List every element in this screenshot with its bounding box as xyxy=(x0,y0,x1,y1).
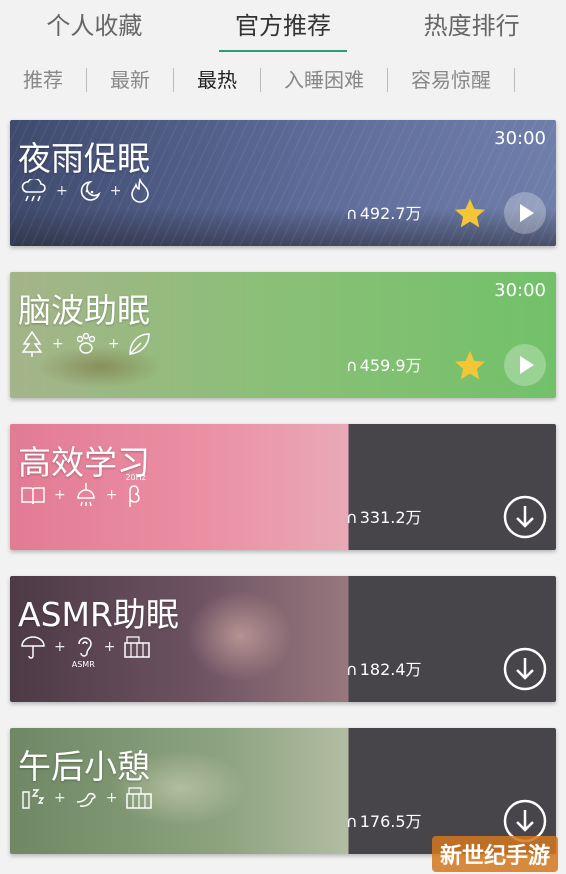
plus-sign: + xyxy=(107,336,120,352)
download-icon[interactable] xyxy=(502,646,548,692)
beta-wave-indicator: 20Hz xyxy=(125,473,146,507)
tab-favorites[interactable]: 个人收藏 xyxy=(30,4,158,48)
plus-sign: + xyxy=(109,183,122,199)
book-icon xyxy=(21,487,45,505)
leaf-icon xyxy=(129,333,151,355)
filter-hottest[interactable]: 最热 xyxy=(174,58,260,102)
plus-sign: + xyxy=(105,790,118,806)
duration-label: 30:00 xyxy=(494,128,546,149)
bird-icon xyxy=(76,792,96,807)
plus-sign: + xyxy=(54,487,66,503)
filter-hard-to-fall-asleep[interactable]: 入睡困难 xyxy=(261,58,387,102)
sound-combo: + + xyxy=(20,786,153,810)
card-title: 脑波助眠 xyxy=(18,291,150,330)
headphone-icon: ∩ xyxy=(346,660,358,679)
listen-count: ∩ 331.2万 xyxy=(346,504,422,528)
fire-icon xyxy=(131,178,150,203)
plus-sign: + xyxy=(54,639,66,655)
tab-ranking[interactable]: 热度排行 xyxy=(408,4,536,48)
card-title: ASMR助眠 xyxy=(18,595,179,634)
listen-count-value: 182.4万 xyxy=(359,660,422,679)
frequency-label: 20Hz xyxy=(125,473,146,482)
listen-count: ∩ 492.7万 xyxy=(346,200,422,224)
plus-sign: + xyxy=(52,336,64,352)
duration-label: 30:00 xyxy=(494,280,546,301)
filter-easily-awakened[interactable]: 容易惊醒 xyxy=(388,58,514,102)
play-button[interactable] xyxy=(504,344,546,386)
asmr-label: ASMR xyxy=(71,660,95,669)
download-icon[interactable] xyxy=(502,494,548,540)
asmr-indicator: ASMR xyxy=(72,635,96,669)
headphone-icon: ∩ xyxy=(346,204,358,223)
sound-card-efficient-study[interactable]: 高效学习 + + 20Hz ∩ 331.2万 xyxy=(10,424,556,550)
card-title: 午后小憩 xyxy=(18,747,150,786)
filter-recommend[interactable]: 推荐 xyxy=(0,58,86,102)
listen-count-value: 331.2万 xyxy=(359,508,422,527)
divider xyxy=(514,68,515,92)
headphone-icon: ∩ xyxy=(346,812,358,831)
play-button[interactable] xyxy=(504,192,546,234)
sound-card-asmr-sleep[interactable]: ASMR助眠 + ASMR + ∩ 182.4万 xyxy=(10,576,556,702)
filter-bar: 推荐 最新 最热 入睡困难 容易惊醒 xyxy=(0,58,566,102)
listen-count-value: 459.9万 xyxy=(359,356,422,375)
listen-count: ∩ 459.9万 xyxy=(346,352,422,376)
watermark: 新世纪手游 xyxy=(431,836,558,872)
sound-combo: + + xyxy=(20,330,151,358)
favorite-star-icon[interactable] xyxy=(452,196,488,232)
sound-card-brainwave-sleep[interactable]: 脑波助眠 30:00 + + ∩ 459.9万 xyxy=(10,272,556,398)
piano-icon xyxy=(124,636,151,658)
umbrella-icon xyxy=(21,636,45,659)
paw-icon xyxy=(76,332,95,354)
plus-sign: + xyxy=(103,639,116,655)
plus-sign: + xyxy=(105,487,118,503)
moon-icon xyxy=(80,181,101,201)
hanging-lamp-icon xyxy=(76,483,95,507)
listen-count: ∩ 182.4万 xyxy=(346,656,422,680)
sound-combo: + + 20Hz xyxy=(20,473,146,508)
headphone-icon: ∩ xyxy=(346,508,358,527)
sound-combo: + + xyxy=(20,178,151,204)
listen-count-value: 176.5万 xyxy=(359,812,422,831)
headphone-icon: ∩ xyxy=(346,356,358,375)
ear-icon xyxy=(77,637,92,657)
plus-sign: + xyxy=(54,790,66,806)
sound-card-night-rain[interactable]: 夜雨促眠 30:00 + + ∩ 492.7万 xyxy=(10,120,556,246)
top-tab-bar: 个人收藏 官方推荐 热度排行 xyxy=(0,0,566,52)
sound-combo: + ASMR + xyxy=(20,634,151,669)
filter-newest[interactable]: 最新 xyxy=(87,58,173,102)
sleep-icon xyxy=(22,789,45,809)
listen-count: ∩ 176.5万 xyxy=(346,808,422,832)
tree-icon xyxy=(21,330,43,357)
cloud-rain-icon xyxy=(21,179,46,202)
listen-count-value: 492.7万 xyxy=(359,204,422,223)
beta-wave-icon xyxy=(129,485,141,507)
piano-icon xyxy=(126,787,153,809)
favorite-star-icon[interactable] xyxy=(452,348,488,384)
tab-official-recommend[interactable]: 官方推荐 xyxy=(218,4,347,52)
card-title: 夜雨促眠 xyxy=(18,139,150,178)
plus-sign: + xyxy=(56,183,68,199)
